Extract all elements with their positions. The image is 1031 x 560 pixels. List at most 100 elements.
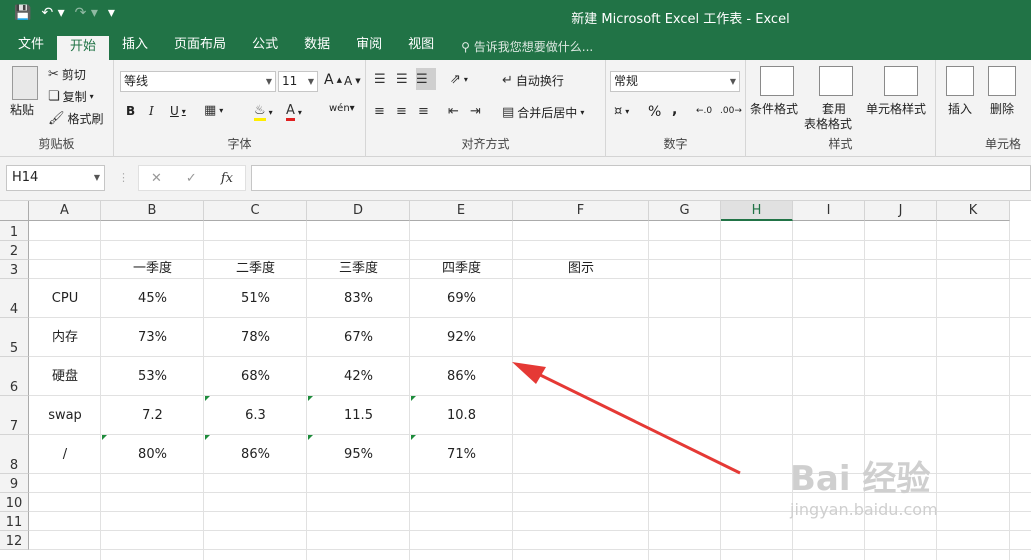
worksheet-grid[interactable]: ABCDEFGHIJK 1 2 3 4 5 6 7 8 9 10 11 12 一季度 二季度 三季度 四季度… bbox=[0, 201, 1031, 560]
merge-center-button[interactable]: ▤ 合并后居中 ▾ bbox=[502, 104, 584, 121]
tab-data[interactable]: 数据 bbox=[291, 32, 343, 60]
font-name-select[interactable]: 等线 ▼ bbox=[120, 71, 276, 92]
chevron-down-icon: ▼ bbox=[93, 173, 100, 182]
align-left-icon: ≡ bbox=[374, 104, 385, 119]
number-format-value: 常规 bbox=[614, 74, 639, 88]
align-center-button[interactable]: ≡ bbox=[396, 104, 407, 119]
wrap-text-button[interactable]: ↵ 自动换行 bbox=[502, 72, 564, 89]
accounting-format-button[interactable]: ¤ ▾ bbox=[614, 104, 629, 119]
formula-buttons: ✕ ✓ fx bbox=[138, 165, 246, 191]
format-painter-button[interactable]: 🖌 格式刷 bbox=[48, 110, 104, 127]
delete-cells-button[interactable]: 删除 bbox=[990, 100, 1014, 117]
tab-review[interactable]: 审阅 bbox=[343, 32, 395, 60]
align-bottom-icon: ☰ bbox=[416, 71, 428, 87]
tab-formulas[interactable]: 公式 bbox=[239, 32, 291, 60]
borders-button[interactable]: ▦ ▾ bbox=[204, 103, 223, 118]
cells-group-label: 单元格 bbox=[984, 137, 1021, 151]
paste-icon[interactable] bbox=[12, 66, 38, 100]
conditional-format-button[interactable]: 条件格式 bbox=[750, 100, 798, 117]
styles-group: 条件格式 套用 表格格式 单元格样式 样式 bbox=[746, 60, 936, 157]
cut-button[interactable]: ✂ 剪切 bbox=[48, 66, 86, 83]
tab-home[interactable]: 开始 bbox=[57, 36, 110, 60]
watermark-url: jingyan.baidu.com bbox=[790, 500, 938, 519]
comma-style-button[interactable]: , bbox=[672, 102, 677, 118]
tell-me-text: 告诉我您想要做什么... bbox=[473, 39, 594, 54]
tab-insert[interactable]: 插入 bbox=[109, 32, 161, 60]
paste-button[interactable]: 粘贴 bbox=[10, 101, 34, 118]
watermark-brand: Bai 经验 bbox=[790, 459, 931, 499]
bottom-align-button[interactable]: ☰ bbox=[416, 68, 436, 90]
font-color-button[interactable]: A ▾ bbox=[286, 103, 302, 121]
phonetic-button[interactable]: wén▾ bbox=[329, 103, 355, 114]
paint-bucket-icon: ♨ bbox=[254, 103, 266, 121]
delete-cells-icon[interactable] bbox=[988, 66, 1016, 96]
copy-button[interactable]: ❏ 复制 ▾ bbox=[48, 88, 94, 105]
decrease-indent-icon: ⇤ bbox=[448, 104, 459, 119]
increase-decimal-button[interactable]: ←.0 bbox=[696, 106, 712, 116]
number-format-select[interactable]: 常规 ▼ bbox=[610, 71, 740, 92]
tab-view[interactable]: 视图 bbox=[395, 32, 447, 60]
copy-label: 复制 bbox=[62, 90, 87, 104]
copy-icon: ❏ bbox=[48, 89, 60, 104]
merge-icon: ▤ bbox=[502, 105, 515, 120]
align-right-button[interactable]: ≡ bbox=[418, 104, 429, 119]
formula-bar: H14 ▼ ⋮ ✕ ✓ fx bbox=[0, 157, 1031, 201]
table-format-button[interactable]: 表格格式 bbox=[804, 115, 852, 132]
arrow-head bbox=[512, 362, 546, 384]
italic-button[interactable]: I bbox=[149, 104, 154, 118]
window-title: 新建 Microsoft Excel 工作表 - Excel bbox=[571, 12, 790, 27]
shrink-font-button[interactable]: A ▼ bbox=[344, 74, 361, 88]
chevron-down-icon: ▼ bbox=[307, 77, 314, 86]
arrow-shaft bbox=[527, 367, 741, 475]
top-align-button[interactable]: ☰ bbox=[374, 72, 386, 87]
cancel-icon[interactable]: ✕ bbox=[151, 171, 162, 186]
align-left-button[interactable]: ≡ bbox=[374, 104, 385, 119]
tab-file[interactable]: 文件 bbox=[0, 32, 57, 60]
ribbon: 粘贴 ✂ 剪切 ❏ 复制 ▾ 🖌 格式刷 剪贴板 等线 ▼ 11 ▼ A ▲ A ▼ B I U… bbox=[0, 60, 1031, 157]
enter-icon[interactable]: ✓ bbox=[186, 171, 197, 186]
insert-function-button[interactable]: fx bbox=[221, 171, 233, 186]
merge-center-label: 合并后居中 bbox=[517, 106, 578, 120]
increase-indent-button[interactable]: ⇥ bbox=[470, 104, 481, 119]
insert-cells-icon[interactable] bbox=[946, 66, 974, 96]
align-middle-icon: ☰ bbox=[396, 72, 408, 87]
name-box[interactable]: H14 ▼ bbox=[6, 165, 105, 191]
middle-align-button[interactable]: ☰ bbox=[396, 72, 408, 87]
orientation-button[interactable]: ⇗ ▾ bbox=[450, 72, 468, 87]
font-name-value: 等线 bbox=[124, 74, 149, 88]
tab-page-layout[interactable]: 页面布局 bbox=[161, 32, 239, 60]
font-group-label: 字体 bbox=[227, 137, 252, 151]
clipboard-group: 粘贴 ✂ 剪切 ❏ 复制 ▾ 🖌 格式刷 剪贴板 bbox=[0, 60, 114, 157]
cell-styles-icon[interactable] bbox=[884, 66, 918, 96]
cells-group: 插入 删除 单元格 bbox=[936, 60, 1031, 157]
fill-color-button[interactable]: ♨ ▾ bbox=[254, 103, 273, 121]
number-group: 常规 ▼ ¤ ▾ % , ←.0 .00→ 数字 bbox=[606, 60, 746, 157]
font-size-select[interactable]: 11 ▼ bbox=[278, 71, 318, 92]
decrease-indent-button[interactable]: ⇤ bbox=[448, 104, 459, 119]
insert-cells-button[interactable]: 插入 bbox=[948, 100, 972, 117]
underline-button[interactable]: U ▾ bbox=[170, 104, 186, 118]
grow-font-glyph: A bbox=[324, 72, 334, 88]
conditional-format-icon[interactable] bbox=[760, 66, 794, 96]
brush-icon: 🖌 bbox=[48, 111, 65, 126]
chevron-down-icon: ▼ bbox=[265, 77, 272, 86]
formula-bar-grip-icon: ⋮ bbox=[118, 171, 129, 184]
bold-button[interactable]: B bbox=[126, 104, 135, 118]
decrease-decimal-button[interactable]: .00→ bbox=[720, 106, 742, 116]
shrink-font-glyph: A bbox=[344, 74, 353, 88]
lightbulb-icon: ⚲ bbox=[461, 39, 470, 54]
orientation-icon: ⇗ bbox=[450, 72, 461, 87]
cell-styles-button[interactable]: 单元格样式 bbox=[866, 100, 926, 117]
font-group: 等线 ▼ 11 ▼ A ▲ A ▼ B I U ▾ ▦ ▾ ♨ ▾ A ▾ wén▾ 字体 bbox=[114, 60, 366, 157]
percent-style-button[interactable]: % bbox=[648, 104, 661, 120]
table-format-icon[interactable] bbox=[819, 66, 853, 96]
formula-input[interactable] bbox=[251, 165, 1031, 191]
tell-me-box[interactable]: ⚲ 告诉我您想要做什么... bbox=[447, 38, 593, 55]
increase-decimal-icon: ←.0 bbox=[696, 106, 713, 116]
wrap-text-label: 自动换行 bbox=[515, 74, 564, 88]
grow-font-button[interactable]: A ▲ bbox=[324, 72, 342, 88]
font-color-icon: A bbox=[286, 103, 295, 121]
decrease-decimal-icon: .00→ bbox=[720, 106, 742, 116]
font-size-value: 11 bbox=[282, 74, 298, 88]
cut-label: 剪切 bbox=[61, 68, 86, 82]
